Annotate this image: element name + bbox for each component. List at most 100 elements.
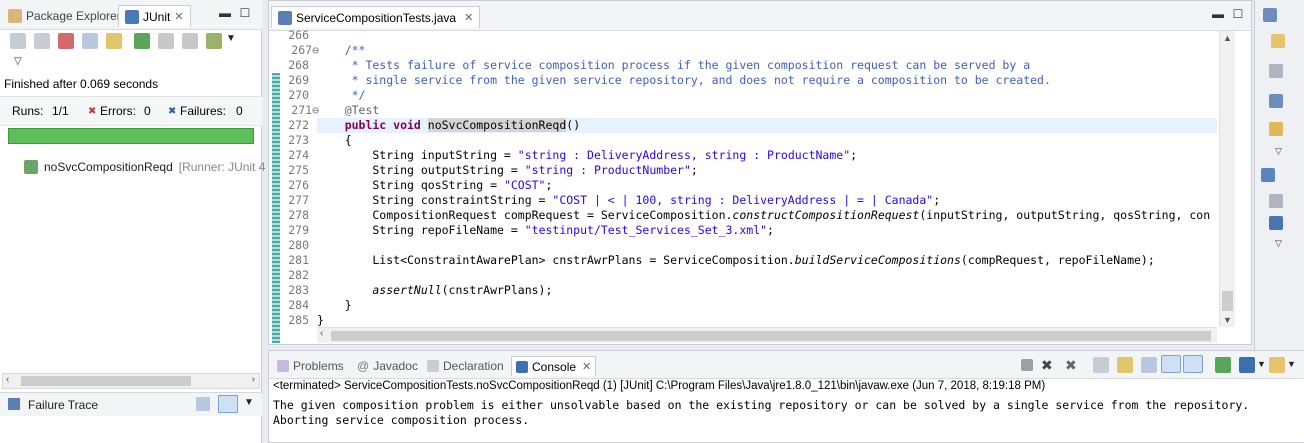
scroll-left-icon[interactable]: ‹ [6,374,9,385]
maximize-icon[interactable]: ☐ [238,6,252,20]
string-literal: "string : ProductNumber" [524,163,691,177]
line-number: 274 [288,148,309,162]
vertical-scrollbar[interactable]: ▲ ▼ [1219,31,1235,327]
scroll-down-icon[interactable]: ▼ [1223,315,1232,325]
code-line: * single service from the given service … [317,73,1051,87]
tab-service-composition-tests[interactable]: ServiceCompositionTests.java ✕ [271,6,481,28]
code-text: String inputString = [317,148,518,162]
test-run-history-icon[interactable] [206,33,222,49]
compare-icon[interactable] [218,395,238,413]
next-failure-icon[interactable] [10,33,26,49]
new-icon[interactable] [1271,34,1285,48]
clear-console-icon[interactable] [1093,357,1109,373]
scroll-up-icon[interactable]: ▲ [1223,33,1232,43]
runs-value: 1/1 [52,104,69,118]
chevron-down-icon[interactable]: ▼ [1257,359,1266,369]
rerun-icon[interactable] [134,33,150,49]
tab-problems[interactable]: Problems [273,356,348,376]
pin-console-icon[interactable] [1215,357,1231,373]
remove-launch-icon[interactable]: ✖ [1041,357,1057,373]
open-console-icon[interactable] [1269,357,1285,373]
tab-junit[interactable]: JUnit ✕ [118,5,191,27]
close-icon[interactable]: ✕ [174,10,183,23]
scroll-lock-icon[interactable] [82,33,98,49]
code-text: CompositionRequest compRequest = Service… [317,208,733,222]
debug-icon[interactable] [1269,194,1283,208]
tab-console[interactable]: Console ✕ [511,356,597,376]
show-on-stderr-icon[interactable] [1183,355,1203,373]
chevron-down-icon[interactable]: ▼ [244,397,254,408]
horizontal-scrollbar[interactable]: ‹ › [2,373,260,389]
scroll-right-icon[interactable]: › [252,374,255,385]
line-number: 279 [288,223,309,237]
code-line: * Tests failure of service composition p… [317,58,1031,72]
failure-icon: ✖ [168,106,177,117]
line-number: 283 [288,283,309,297]
minimize-icon[interactable]: ▬ [1211,7,1225,21]
errors-value: 0 [144,104,151,118]
chevron-down-icon[interactable]: ▽ [1275,238,1289,252]
code-text: (compRequest, repoFileName); [960,253,1155,267]
tab-declaration[interactable]: Declaration [423,356,508,376]
scroll-left-icon[interactable]: ‹ [320,328,323,339]
show-failures-only-icon[interactable] [58,33,74,49]
failures-value: 0 [236,104,243,118]
static-method: buildServiceCompositions [794,253,961,267]
remove-all-icon[interactable]: ✖ [1065,357,1081,373]
scroll-thumb[interactable] [331,331,1211,341]
code-text: (inputString, outputString, qosString, c… [919,208,1211,222]
bookmarks-icon[interactable] [1269,94,1283,108]
console-icon [516,360,528,373]
code-text: ; [933,193,941,207]
test-progress-bar [8,128,254,144]
close-icon[interactable]: ✕ [582,360,591,373]
test-tree-item[interactable]: noSvcCompositionReqd [Runner: JUnit 4 [24,160,265,174]
code-line: List<ConstraintAwarePlan> cnstrAwrPlans … [317,253,1155,267]
maximize-icon[interactable]: ☐ [1231,7,1245,21]
test-runner: [Runner: JUnit 4 [178,160,266,174]
close-icon[interactable]: ✕ [464,11,473,24]
code-text: ; [850,148,858,162]
previous-failure-icon[interactable] [34,33,50,49]
tab-label: JUnit [143,9,171,24]
failure-trace-header: Failure Trace ▼ [0,392,262,416]
declaration-icon [427,360,439,372]
code-area[interactable]: /** * Tests failure of service compositi… [317,31,1217,327]
scroll-thumb[interactable] [21,376,191,386]
method-name: noSvcCompositionReqd [427,118,567,132]
hierarchy-icon[interactable] [1261,168,1275,182]
tasks-icon[interactable] [1269,64,1283,78]
display-console-icon[interactable] [1239,357,1255,373]
terminated-label: <terminated> ServiceCompositionTests.noS… [273,380,1046,392]
error-icon: ✖ [88,106,97,117]
history-icon[interactable] [106,33,122,49]
show-on-stdout-icon[interactable] [1161,355,1181,373]
line-numbers: 266 267⊖ 268 269 270 271⊖ 272 273 274 275 276 277 27… [269,28,319,327]
chevron-down-icon[interactable]: ▽ [1275,146,1289,160]
code-text: String outputString = [317,163,525,177]
code-text: (cnstrAwrPlans); [441,283,553,297]
view-menu-chevron-down-icon[interactable]: ▼ [226,33,242,49]
line-number: 278 [288,208,309,222]
string-literal: "string : DeliveryAddress, string : Prod… [517,148,851,162]
tab-javadoc[interactable]: @ Javadoc [353,356,422,376]
chevron-down-icon[interactable]: ▼ [1287,359,1296,369]
minimize-icon[interactable]: ▬ [218,6,232,20]
filter-stack-icon[interactable] [196,397,210,411]
code-line: String constraintString = "COST | < | 10… [317,193,940,207]
breakpoints-icon[interactable] [1269,216,1283,230]
rerun-failed-first-icon[interactable] [158,33,174,49]
outline-view-icon[interactable] [1269,122,1283,136]
line-number: 276 [288,178,309,192]
view-menu-icon[interactable]: ▽ [14,56,30,72]
outline-icon[interactable] [1263,8,1277,22]
terminate-icon[interactable] [1021,359,1033,371]
tab-package-explorer[interactable]: Package Explorer [2,5,127,27]
stop-icon[interactable] [182,33,198,49]
scroll-lock-icon[interactable] [1117,357,1133,373]
word-wrap-icon[interactable] [1141,357,1157,373]
code-text: String constraintString = [317,193,553,207]
horizontal-scrollbar[interactable]: ‹ [317,327,1217,343]
scroll-thumb[interactable] [1222,291,1233,311]
code-line: */ [317,88,366,102]
